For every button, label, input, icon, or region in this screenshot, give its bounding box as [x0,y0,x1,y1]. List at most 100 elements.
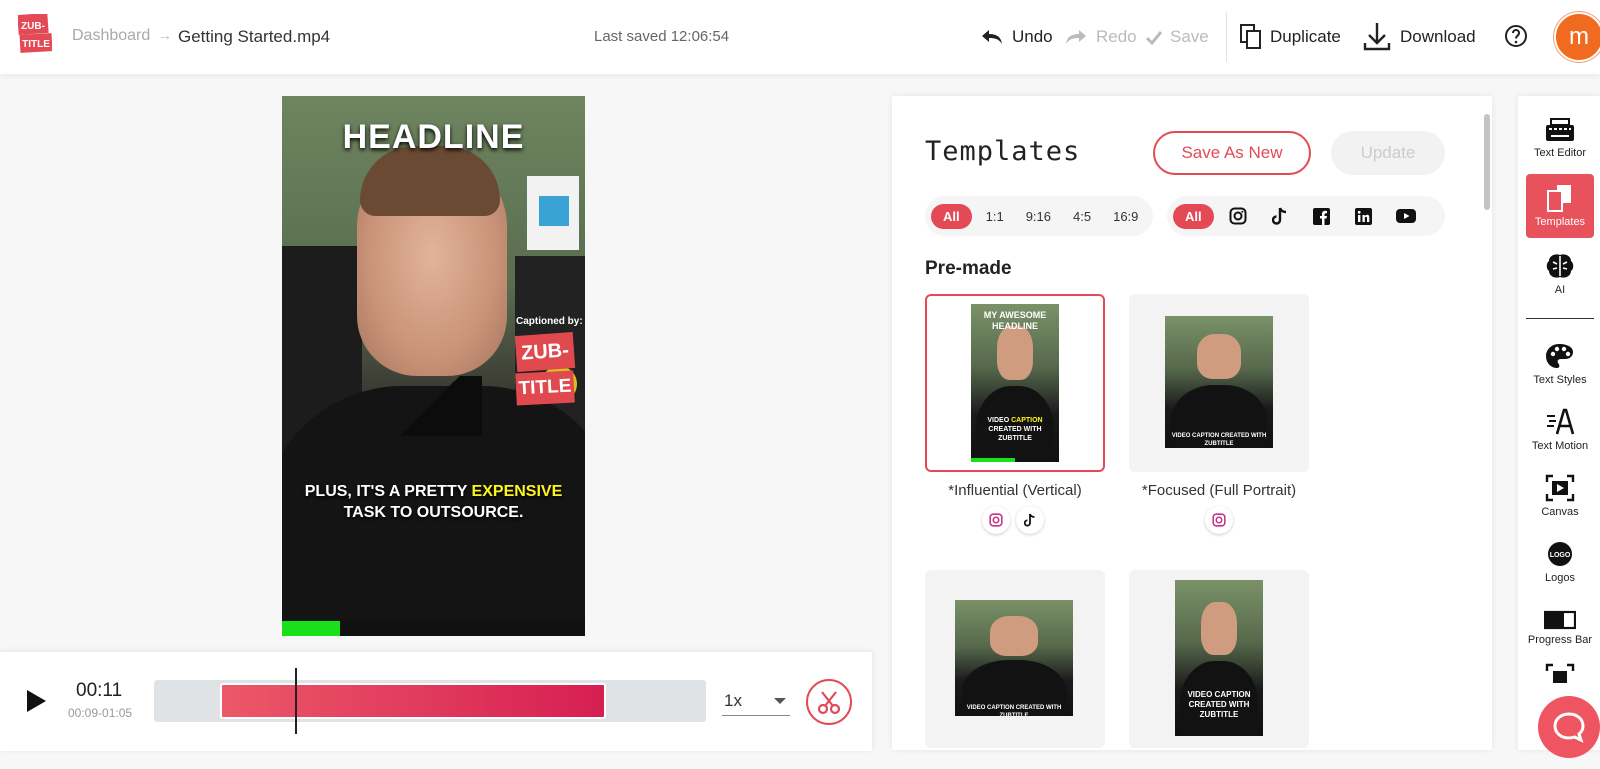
download-button[interactable]: Download [1362,22,1476,52]
undo-icon [982,30,1002,44]
tool-progress-bar[interactable]: Progress Bar [1526,596,1594,660]
redo-icon [1066,30,1086,44]
logo-icon: LOGO [1548,542,1572,566]
tool-templates[interactable]: Templates [1526,174,1594,238]
video-progress-bar [282,621,585,636]
chat-icon [1553,712,1585,743]
support-chat-button[interactable] [1538,696,1600,758]
template-card-label: *Influential (Vertical) [948,482,1082,499]
playhead[interactable] [295,668,297,734]
youtube-icon[interactable] [1388,209,1424,223]
ratio-filter-9-16[interactable]: 9:16 [1018,204,1059,229]
progress-bar-icon [1544,610,1576,630]
template-card[interactable]: VIDEO CAPTION CREATED WITH ZUBTITLE [1129,570,1309,748]
platform-filter-group: All [1167,196,1445,236]
template-thumbnail: VIDEO CAPTION CREATED WITH ZUBTITLE [955,600,1073,716]
video-headline-text[interactable]: HEADLINE [282,118,585,157]
video-person-collar [392,376,482,436]
template-thumbnail: VIDEO CAPTION CREATED WITH ZUBTITLE [1175,580,1263,736]
text-motion-icon [1547,408,1575,435]
undo-button[interactable]: Undo [980,22,1053,52]
templates-icon [1547,185,1571,212]
speed-value: 1x [724,690,742,710]
tool-label: Progress Bar [1527,634,1593,646]
breadcrumb-dashboard[interactable]: Dashboard [72,27,150,45]
tool-more[interactable] [1526,662,1594,692]
tool-text-editor[interactable]: Text Editor [1526,106,1594,170]
svg-text:ZUB-: ZUB- [21,21,45,32]
video-caption-text[interactable]: PLUS, IT'S A PRETTY EXPENSIVE TASK TO OU… [282,481,585,523]
help-icon[interactable] [1504,24,1528,48]
brain-icon [1546,254,1574,278]
caption-highlight: EXPENSIVE [471,483,563,500]
templates-panel: Templates Save As New Update All 1:1 9:1… [892,96,1492,750]
playback-speed-select[interactable]: 1x [722,686,790,716]
tool-label: AI [1554,284,1566,296]
instagram-icon[interactable] [1220,207,1256,225]
current-time: 00:11 [76,680,123,701]
rail-divider [1526,318,1594,319]
thumb-progress [971,458,1015,462]
ratio-filter-group: All 1:1 9:16 4:5 16:9 [925,196,1153,236]
download-icon [1363,23,1391,51]
trim-track[interactable] [154,668,706,734]
video-logo-badge-bottom: TITLE [515,370,575,406]
tool-text-motion[interactable]: Text Motion [1526,398,1594,462]
tool-label: Text Styles [1533,374,1587,386]
check-icon [1146,31,1162,45]
panel-scrollbar-thumb[interactable] [1484,114,1490,210]
chevron-down-icon [774,697,786,704]
linkedin-icon[interactable] [1346,207,1382,225]
file-name: Getting Started.mp4 [178,27,331,46]
tool-label: Text Motion [1531,440,1589,452]
breadcrumb-arrow-icon: → [158,27,172,43]
instagram-icon [1205,506,1233,534]
platform-filter-all[interactable]: All [1173,203,1214,229]
play-icon[interactable] [24,688,48,714]
header-divider [1226,12,1227,62]
duplicate-button[interactable]: Duplicate [1240,22,1341,52]
save-button[interactable]: Save [1146,22,1209,52]
template-card-focused[interactable]: VIDEO CAPTION CREATED WITH ZUBTITLE [1129,294,1309,472]
ratio-filter-all[interactable]: All [931,203,972,229]
svg-text:LOGO: LOGO [1550,552,1571,559]
user-avatar[interactable]: m [1554,12,1600,62]
tool-ai[interactable]: AI [1526,242,1594,306]
video-preview[interactable]: HEADLINE Captioned by: ZUB- TITLE PLUS, … [282,96,585,636]
redo-button[interactable]: Redo [1064,22,1137,52]
template-thumbnail: MY AWESOME HEADLINE VIDEO CAPTION CREATE… [971,304,1059,462]
caption-part1: PLUS, IT'S A PRETTY [304,483,472,500]
undo-label: Undo [1012,27,1053,46]
cut-button[interactable] [806,679,852,725]
app-header: ZUB- TITLE Dashboard → Getting Started.m… [0,0,1600,74]
video-logo-badge-top: ZUB- [514,332,576,372]
tiktok-icon[interactable] [1262,207,1298,225]
redo-label: Redo [1096,27,1137,46]
tool-logos[interactable]: LOGO Logos [1526,530,1594,594]
tool-canvas[interactable]: Canvas [1526,464,1594,528]
premade-section-label: Pre-made [925,258,1012,279]
tool-label: Logos [1545,572,1575,584]
template-card[interactable]: VIDEO CAPTION CREATED WITH ZUBTITLE [925,570,1105,748]
zubtitle-logo[interactable]: ZUB- TITLE [18,14,52,54]
thumb-caption: VIDEO CAPTION CREATED WITH ZUBTITLE [966,705,1062,716]
template-card-label: *Focused (Full Portrait) [1141,482,1297,499]
template-card-influential[interactable]: MY AWESOME HEADLINE VIDEO CAPTION CREATE… [925,294,1105,472]
save-as-new-button[interactable]: Save As New [1153,131,1311,175]
facebook-icon[interactable] [1304,207,1340,225]
svg-text:TITLE: TITLE [22,39,50,50]
video-scene-frame [527,176,579,250]
duplicate-label: Duplicate [1270,27,1341,46]
caption-part2: TASK TO OUTSOURCE. [343,504,524,521]
ratio-filter-16-9[interactable]: 16:9 [1105,204,1146,229]
keyboard-icon [1546,118,1574,141]
ratio-filter-1-1[interactable]: 1:1 [978,204,1012,229]
template-thumbnail: VIDEO CAPTION CREATED WITH ZUBTITLE [1165,316,1273,448]
tool-label: Text Editor [1534,147,1586,159]
ratio-filter-4-5[interactable]: 4:5 [1065,204,1099,229]
video-progress-fill [282,621,340,636]
trim-selection[interactable] [220,683,606,719]
tool-text-styles[interactable]: Text Styles [1526,332,1594,396]
update-button[interactable]: Update [1331,131,1445,175]
tool-label: Canvas [1541,506,1579,518]
